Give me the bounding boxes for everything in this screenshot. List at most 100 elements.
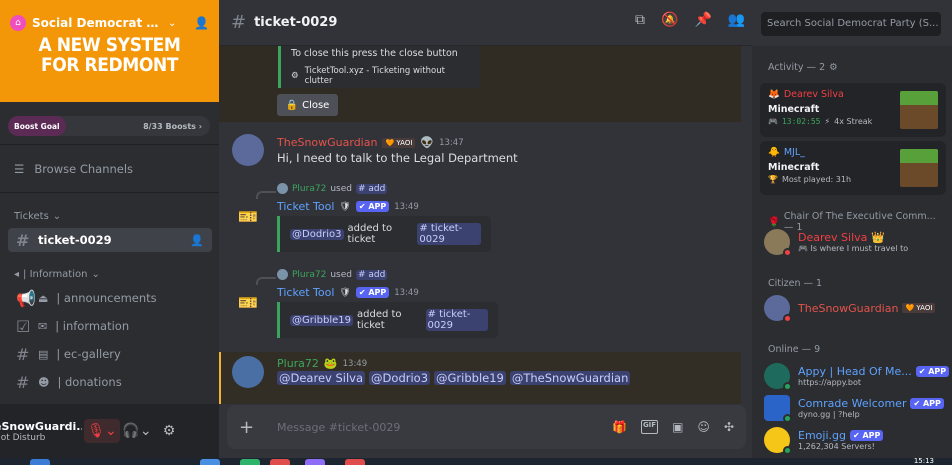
author-name[interactable]: TheSnowGuardian — [277, 136, 377, 149]
sticker-icon[interactable]: ▣ — [672, 420, 683, 434]
timestamp: 13:47 — [439, 137, 464, 148]
category-tickets[interactable]: Tickets ⌄ — [14, 211, 61, 222]
minecraft-icon — [900, 91, 938, 129]
close-ticket-button[interactable]: 🔒 Close — [277, 94, 338, 116]
user-info[interactable]: eSnowGuardi... Not Disturb — [0, 420, 82, 443]
lightning-icon: ⚡ — [824, 117, 831, 126]
chevron-down-icon: ⌄ — [52, 211, 62, 222]
divider — [0, 192, 219, 193]
threads-icon[interactable]: ⧉ — [635, 12, 645, 28]
category-information[interactable]: ◂ | Information ⌄ — [14, 269, 100, 280]
taskbar-app-icon[interactable] — [200, 459, 220, 465]
mute-microphone-button[interactable]: 🎙⌄ — [84, 419, 120, 443]
channel-information[interactable]: ☑ ✉ | information — [8, 314, 212, 338]
settings-gear-icon[interactable]: ⚙ — [154, 419, 184, 443]
server-home-icon: ⌂ — [10, 15, 26, 31]
taskbar-app-icon[interactable] — [30, 459, 50, 465]
command-reply[interactable]: Plura72 used # add — [277, 183, 388, 194]
composer-toolbar: 🎁 GIF ▣ ☺ ✣ — [612, 420, 734, 434]
badge-icon: 👽 — [420, 136, 435, 149]
user-status: Not Disturb — [0, 432, 46, 443]
message-list: To close this press the close button ⚙ Ti… — [219, 46, 752, 404]
message-composer: + Message #ticket-0029 🎁 GIF ▣ ☺ ✣ — [227, 405, 746, 449]
gift-icon[interactable]: 🎁 — [612, 420, 627, 434]
chevron-down-icon[interactable]: ⌄ — [168, 18, 176, 29]
online-header: Online — 9 — [768, 344, 821, 355]
taskbar-app-icon[interactable] — [240, 459, 260, 465]
message-header: Plura72 🐸 13:49 — [277, 357, 367, 370]
role-tag: 🧡 YAOI — [382, 137, 416, 148]
gif-icon[interactable]: GIF — [640, 420, 659, 434]
taskbar-app-icon[interactable] — [345, 459, 365, 465]
ticket-embed: To close this press the close button ⚙ Ti… — [278, 46, 480, 88]
app-badge: ✔ APP — [355, 287, 390, 298]
added-embed: @Dodrio3 added to ticket # ticket-0029 — [277, 216, 491, 252]
boost-goal-bar[interactable]: Boost Goal 8/33 Boosts › — [8, 116, 210, 136]
ticket-tool-avatar[interactable]: 🎫 — [232, 286, 264, 318]
verified-icon: 🛡 — [339, 201, 351, 212]
avatar — [764, 229, 792, 257]
header-toolbar: ⧉ 🔕 📌 👥 — [635, 12, 745, 28]
server-name: Social Democrat Party... — [32, 16, 162, 30]
message-header: Ticket Tool 🛡 ✔ APP 13:49 — [277, 200, 419, 213]
avatar — [764, 395, 792, 423]
member-list-icon[interactable]: 👥 — [728, 12, 745, 28]
activity-card[interactable]: 🦊 Dearev Silva Minecraft 🎮 13:02:55 ⚡ 4x Str… — [760, 83, 946, 137]
member-item[interactable]: Appy | Head Of Me... ✔ APP https://appy.b… — [764, 360, 950, 392]
add-attachment-icon[interactable]: + — [239, 417, 263, 438]
message-text: @Dearev Silva @Dodrio3 @Gribble19 @TheSn… — [277, 371, 631, 385]
avatar[interactable] — [232, 356, 264, 388]
invite-user-icon[interactable]: 👤 — [190, 234, 204, 247]
activity-header: Activity — 2 ⚙ — [768, 62, 838, 73]
timestamp: 13:49 — [342, 358, 368, 369]
avatar — [764, 363, 792, 391]
avatar — [277, 269, 288, 280]
hash-icon: # — [231, 12, 247, 33]
trophy-icon: 🏆 — [768, 175, 778, 184]
browse-channels-icon: ☰ — [14, 162, 25, 176]
message-input[interactable]: Message #ticket-0029 — [277, 421, 400, 434]
command-reply[interactable]: Plura72 used # add — [277, 269, 388, 280]
member-item[interactable]: Comrade Welcomer ✔ APP dyno.gg | ?help — [764, 392, 944, 424]
bot-name[interactable]: Ticket Tool — [277, 200, 334, 213]
emoji-icon[interactable]: ☺ — [697, 420, 710, 434]
ticket-tool-avatar[interactable]: 🎫 — [232, 200, 264, 232]
activity-card[interactable]: 🐥 MJL_ Minecraft 🏆 Most played: 31h — [760, 141, 946, 195]
channel-announcements[interactable]: 📢 ⏏ | announcements — [8, 286, 212, 310]
app-badge: ✔ APP — [355, 201, 390, 212]
member-item[interactable]: TheSnowGuardian 🧡 YAOI — [764, 292, 944, 324]
browse-channels[interactable]: ☰ Browse Channels — [14, 162, 133, 176]
channel-sidebar: A NEW SYSTEM FOR REDMONT ⌂ Social Democr… — [0, 0, 219, 458]
channel-donations[interactable]: # ☻ | donations — [8, 370, 212, 394]
channel-title: ticket-0029 — [254, 15, 338, 30]
search-input[interactable]: Search Social Democrat Party (S... — [761, 12, 941, 36]
invite-user-icon[interactable]: 👤 — [194, 16, 209, 30]
headphones-button[interactable]: 🎧⌄ — [120, 419, 154, 443]
tickettool-icon: ⚙ — [291, 71, 299, 81]
minecraft-icon — [900, 149, 938, 187]
channel-ec-gallery[interactable]: # ▤ | ec-gallery — [8, 342, 212, 366]
timestamp: 13:49 — [394, 287, 419, 298]
timestamp: 13:49 — [394, 201, 419, 212]
bot-name[interactable]: Ticket Tool — [277, 286, 334, 299]
member-item[interactable]: Emoji.gg ✔ APP 1,262,304 Servers! — [764, 424, 944, 456]
author-name[interactable]: Plura72 — [277, 357, 319, 370]
channel-ticket-0029[interactable]: # ticket-0029 👤 — [8, 228, 212, 252]
pin-icon[interactable]: 📌 — [694, 12, 711, 28]
megaphone-icon: ◂ — [14, 269, 20, 280]
taskbar-app-icon[interactable] — [270, 459, 290, 465]
message-header: TheSnowGuardian 🧡 YAOI 👽 13:47 — [277, 136, 464, 149]
citizen-header: Citizen — 1 — [768, 278, 823, 289]
taskbar-app-icon[interactable] — [305, 459, 325, 465]
lock-icon: 🔒 — [285, 99, 299, 111]
hash-icon: # — [16, 372, 30, 392]
notification-bell-icon[interactable]: 🔕 — [661, 12, 678, 28]
avatar — [764, 295, 792, 323]
avatar[interactable] — [232, 134, 264, 166]
apps-icon[interactable]: ✣ — [724, 420, 734, 434]
server-header[interactable]: ⌂ Social Democrat Party... ⌄ 👤 — [0, 0, 219, 46]
member-item[interactable]: Dearev Silva 👑 🎮 Is where I must travel t… — [764, 226, 944, 258]
server-banner[interactable]: A NEW SYSTEM FOR REDMONT ⌂ Social Democr… — [0, 0, 219, 102]
added-embed: @Gribble19 added to ticket # ticket-0029 — [277, 302, 498, 338]
boost-count: 8/33 Boosts › — [143, 121, 202, 131]
